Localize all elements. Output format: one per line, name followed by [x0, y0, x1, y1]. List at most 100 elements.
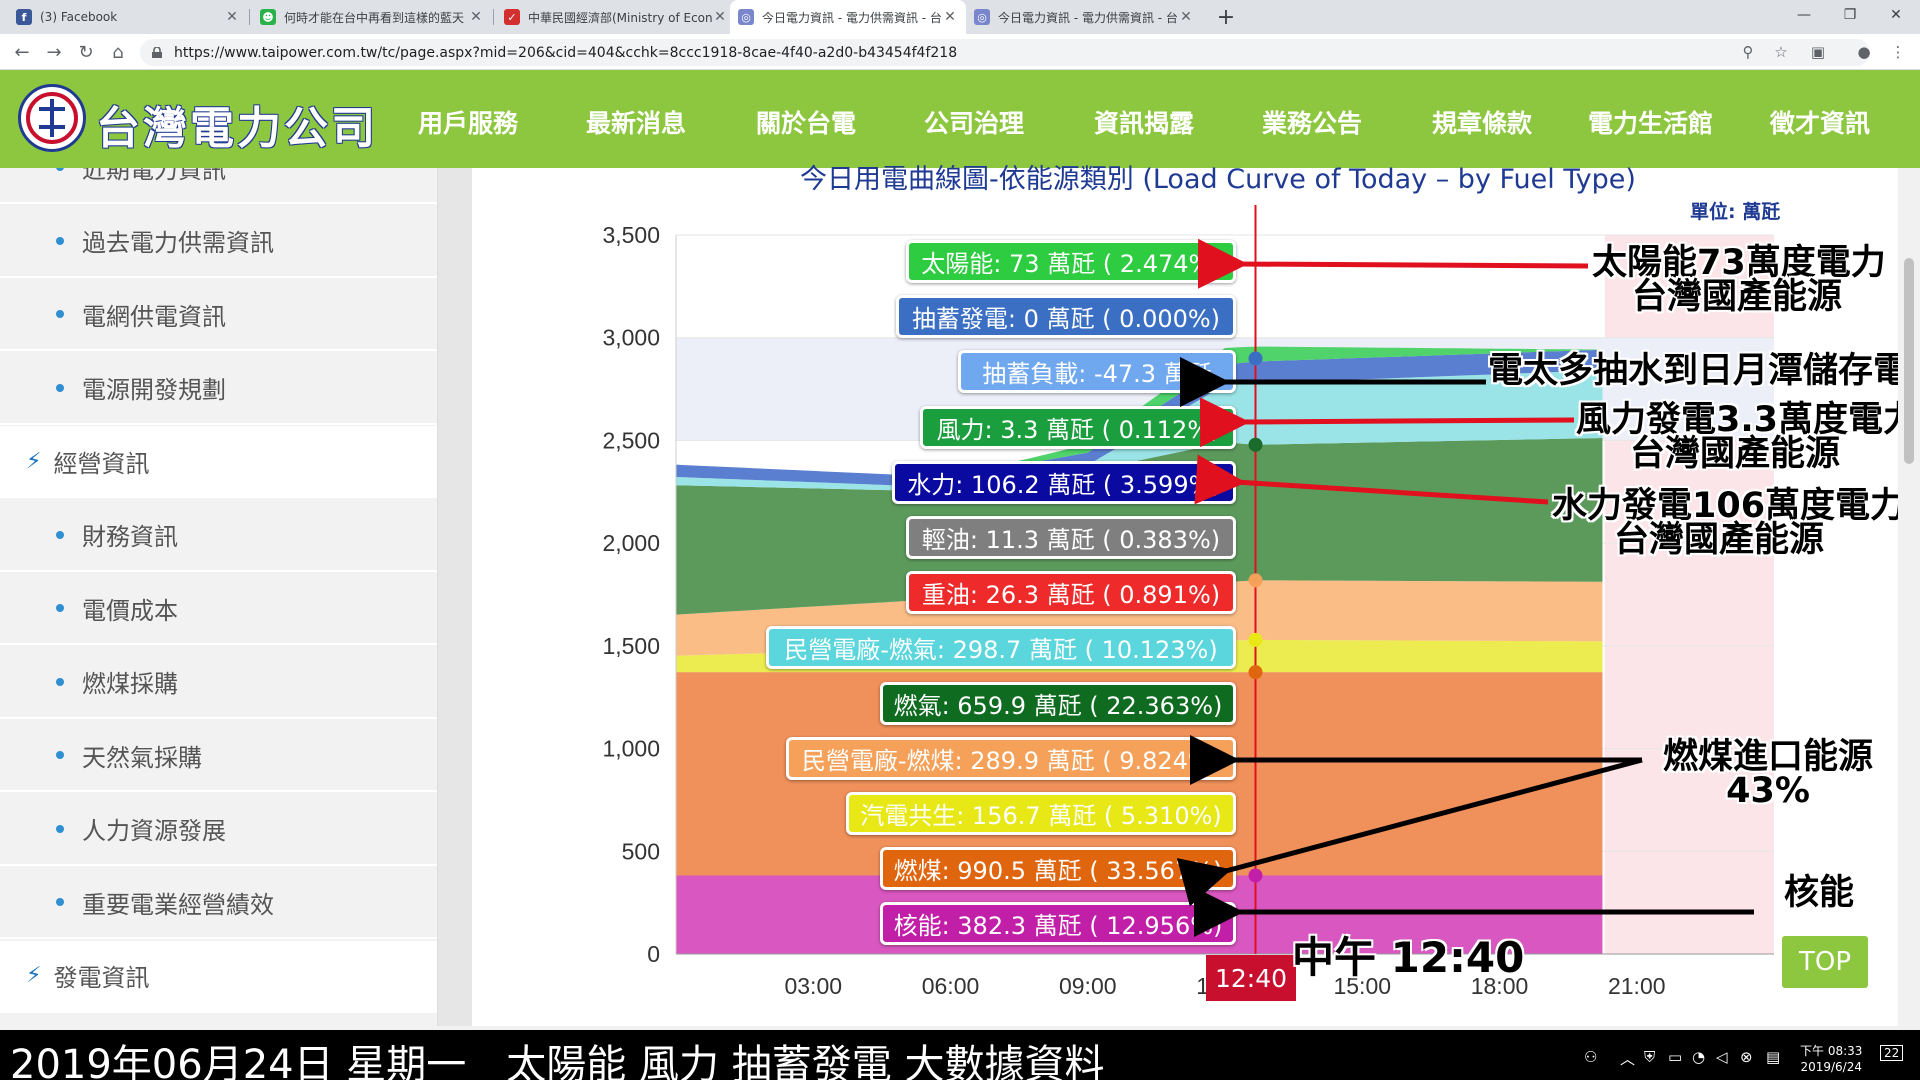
zoom-icon[interactable]: ⚲	[1736, 40, 1760, 64]
tooltip-entry: 燃煤: 990.5 萬瓩 ( 33.567%)	[880, 847, 1236, 891]
annotation-line: 電太多抽水到日月潭儲存電力	[1488, 351, 1920, 391]
tooltip-entry: 抽蓄負載: -47.3 萬瓩	[958, 350, 1236, 394]
annotation-label: 太陽能73萬度電力 台灣國產能源	[1592, 246, 1886, 317]
security-icon[interactable]: ⛨	[1644, 1048, 1655, 1066]
extension-icon[interactable]: ▣	[1806, 40, 1830, 64]
volume-icon[interactable]: ◁	[1716, 1048, 1728, 1066]
bullet-icon	[56, 751, 64, 759]
minimize-button[interactable]: —	[1782, 0, 1826, 30]
close-window-button[interactable]: ✕	[1874, 0, 1918, 30]
menu-kebab-icon[interactable]: ⋮	[1886, 40, 1910, 64]
sidebar-item[interactable]: 重要電業經營績效	[0, 867, 437, 939]
notification-count[interactable]: 22	[1880, 1045, 1904, 1061]
y-tick-label: 2,500	[602, 427, 660, 453]
x-tick-label: 06:00	[922, 973, 980, 999]
x-tick-label: 03:00	[784, 973, 842, 999]
tooltip-entry: 燃氣: 659.9 萬瓩 ( 22.363%)	[880, 681, 1236, 725]
nav-item[interactable]: 規章條款	[1432, 104, 1532, 140]
close-tab-icon[interactable]: ✕	[468, 9, 484, 25]
tray-chevron-icon[interactable]: ︿	[1620, 1048, 1635, 1069]
annotation-line: 台灣國產能源	[1613, 520, 1824, 560]
brand-name[interactable]: 台灣電力公司	[96, 92, 378, 156]
battery-icon[interactable]: ▭	[1668, 1048, 1682, 1066]
current-value-dot	[1248, 868, 1263, 883]
close-tab-icon[interactable]: ✕	[224, 9, 240, 25]
unit-label: 單位: 萬瓩	[1690, 201, 1781, 223]
close-tab-icon[interactable]: ✕	[712, 9, 728, 25]
tab-separator	[249, 9, 250, 25]
tab-title: 何時才能在台中再看到這樣的藍天	[284, 10, 465, 25]
profile-avatar-icon[interactable]: ●	[1852, 40, 1876, 64]
close-circle-icon[interactable]: ⊗	[1740, 1048, 1753, 1066]
annotation-label: 電太多抽水到日月潭儲存電力	[1488, 351, 1920, 391]
annotation-label: 燃煤進口能源 43%	[1658, 737, 1878, 811]
nav-item[interactable]: 業務公告	[1262, 104, 1362, 140]
y-tick-label: 2,000	[602, 530, 660, 556]
forward-icon[interactable]: →	[40, 38, 68, 66]
facebook-icon: f	[16, 9, 32, 25]
bullet-icon	[56, 168, 64, 171]
annotation-line: 核能	[1783, 873, 1854, 913]
browser-tab[interactable]: ◎ 今日電力資訊 - 電力供需資訊 - 台 ✕	[966, 0, 1202, 34]
scrollbar-thumb[interactable]	[1904, 258, 1914, 464]
tooltip-entry: 抽蓄發電: 0 萬瓩 ( 0.000%)	[896, 295, 1236, 339]
sidebar-item[interactable]: 人力資源發展	[0, 794, 437, 866]
browser-toolbar: ← → ↻ ⌂ https://www.taipower.com.tw/tc/p…	[0, 34, 1920, 70]
annotation-line: 燃煤進口能源	[1662, 737, 1873, 777]
sidebar-item-label: 過去電力供需資訊	[82, 229, 274, 257]
tab-title: 今日電力資訊 - 電力供需資訊 - 台	[762, 10, 942, 25]
nav-item[interactable]: 關於台電	[756, 104, 856, 140]
sidebar-item[interactable]: 燃煤採購	[0, 647, 437, 719]
sidebar-item-label: 電源開發規劃	[82, 376, 226, 404]
sidebar-item[interactable]: 過去電力供需資訊	[0, 206, 437, 278]
sidebar-item-label: 電價成本	[82, 596, 178, 625]
y-tick-label: 1,500	[602, 633, 660, 659]
sidebar-category[interactable]: ⚡ 經營資訊	[0, 426, 437, 498]
x-tick-label: 21:00	[1608, 973, 1666, 999]
tooltip-entry: 輕油: 11.3 萬瓩 ( 0.383%)	[906, 516, 1236, 559]
home-icon[interactable]: ⌂	[104, 38, 132, 66]
taskbar-clock[interactable]: 下午 08:33 2019/6/24	[1800, 1043, 1862, 1075]
bookmark-star-icon[interactable]: ☆	[1769, 40, 1793, 64]
browser-tab[interactable]: ✓ 中華民國經濟部(Ministry of Econ ✕	[496, 0, 736, 34]
annotation-line: 43%	[1726, 771, 1810, 811]
nav-item[interactable]: 用戶服務	[418, 104, 518, 140]
site-header: 台灣電力公司 用戶服務 最新消息 關於台電 公司治理 資訊揭露 業務公告 規章條款 電力生活館…	[0, 70, 1920, 168]
nav-item[interactable]: 電力生活館	[1588, 104, 1713, 140]
sidebar-item[interactable]: 近期電力資訊	[0, 168, 437, 204]
close-tab-icon[interactable]: ✕	[1178, 9, 1194, 25]
bullet-icon	[56, 898, 64, 906]
x-tick-label: 09:00	[1059, 973, 1117, 999]
nav-item[interactable]: 資訊揭露	[1094, 104, 1194, 140]
sidebar-category[interactable]: ⚡ 發電資訊	[0, 940, 437, 1013]
sidebar-item[interactable]: 電網供電資訊	[0, 279, 437, 351]
current-value-dot	[1248, 573, 1263, 588]
video-caption: 2019年06月24日 星期一 太陽能 風力 抽蓄發電 大數據資料	[10, 1042, 1105, 1088]
sidebar-item[interactable]: 電源開發規劃	[0, 353, 437, 425]
back-to-top-button[interactable]: TOP	[1782, 936, 1868, 988]
back-icon[interactable]: ←	[8, 38, 36, 66]
nav-item[interactable]: 公司治理	[924, 104, 1024, 140]
ime-icon[interactable]: ▤	[1766, 1048, 1780, 1066]
network-icon[interactable]: ◔	[1692, 1048, 1705, 1066]
sidebar-item[interactable]: 電價成本	[0, 573, 437, 645]
restore-button[interactable]: ❐	[1828, 0, 1872, 30]
sidebar: 近期電力資訊過去電力供需資訊電網供電資訊電源開發規劃 ⚡ 經營資訊 財務資訊電價成本燃…	[0, 168, 438, 1028]
sidebar-item[interactable]: 天然氣採購	[0, 720, 437, 792]
nav-item[interactable]: 徵才資訊	[1770, 104, 1870, 140]
taipower-logo[interactable]	[18, 84, 86, 152]
sidebar-item-label: 燃煤採購	[82, 670, 178, 698]
browser-tab[interactable]: f (3) Facebook ✕	[8, 0, 248, 34]
browser-tab[interactable]: ☻ 何時才能在台中再看到這樣的藍天 ✕	[252, 0, 492, 34]
people-icon[interactable]: ⚇	[1584, 1048, 1597, 1066]
browser-tab[interactable]: ◎ 今日電力資訊 - 電力供需資訊 - 台 ✕	[730, 0, 966, 34]
annotation-line: 台灣國產能源	[1631, 277, 1842, 317]
annotation-line: 台灣國產能源	[1629, 434, 1840, 474]
reload-icon[interactable]: ↻	[72, 38, 100, 66]
address-bar[interactable]: https://www.taipower.com.tw/tc/page.aspx…	[140, 39, 1870, 66]
bullet-icon	[56, 604, 64, 612]
nav-item[interactable]: 最新消息	[586, 104, 686, 140]
close-tab-icon[interactable]: ✕	[942, 9, 958, 25]
sidebar-item[interactable]: 財務資訊	[0, 500, 437, 572]
new-tab-button[interactable]: +	[1212, 3, 1240, 31]
